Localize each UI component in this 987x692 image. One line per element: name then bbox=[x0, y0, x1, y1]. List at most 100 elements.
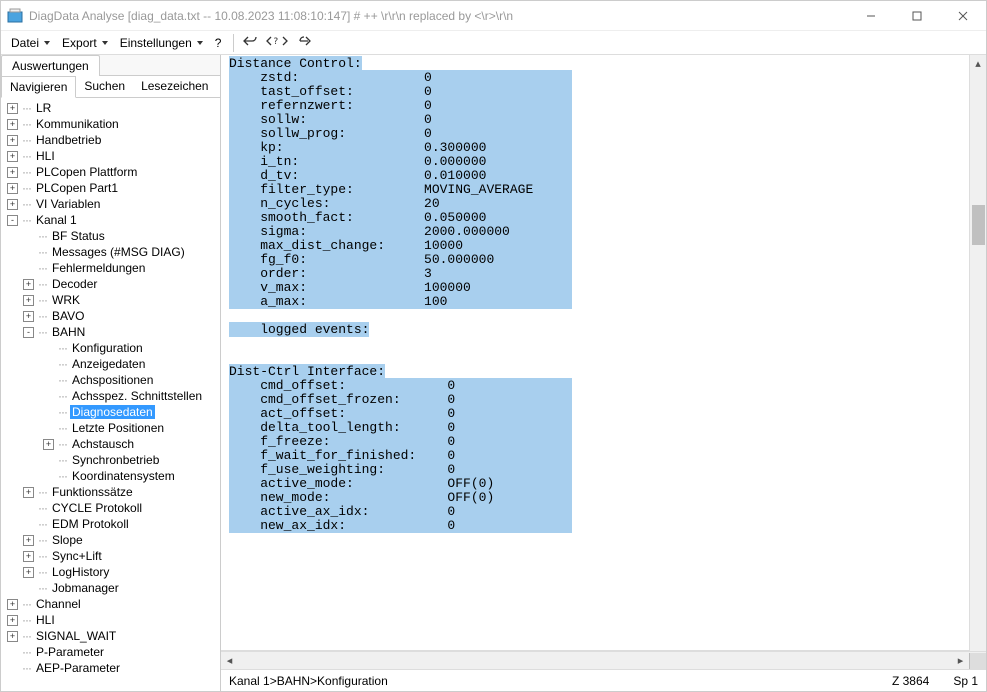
expand-icon[interactable]: + bbox=[23, 535, 34, 546]
expand-icon[interactable]: + bbox=[7, 151, 18, 162]
expand-icon[interactable]: + bbox=[7, 167, 18, 178]
nav-forward-icon[interactable] bbox=[296, 34, 314, 51]
tree-item[interactable]: ···Anzeigedaten bbox=[1, 356, 220, 372]
tree-item-label[interactable]: Koordinatensystem bbox=[70, 469, 177, 483]
tree-item[interactable]: ···Diagnosedaten bbox=[1, 404, 220, 420]
scroll-thumb[interactable] bbox=[972, 205, 985, 245]
tree-item-label[interactable]: Messages (#MSG DIAG) bbox=[50, 245, 187, 259]
tree-item-label[interactable]: Funktionssätze bbox=[50, 485, 135, 499]
tree-item[interactable]: ···CYCLE Protokoll bbox=[1, 500, 220, 516]
tree-item-label[interactable]: BF Status bbox=[50, 229, 107, 243]
tree-item-label[interactable]: Handbetrieb bbox=[34, 133, 103, 147]
tree-item[interactable]: ···Jobmanager bbox=[1, 580, 220, 596]
tree-item-label[interactable]: HLI bbox=[34, 149, 57, 163]
tree-item[interactable]: ···Achsspez. Schnittstellen bbox=[1, 388, 220, 404]
tree-item[interactable]: ···BF Status bbox=[1, 228, 220, 244]
tree-item-label[interactable]: EDM Protokoll bbox=[50, 517, 131, 531]
tree-item-label[interactable]: Sync+Lift bbox=[50, 549, 104, 563]
tree-item[interactable]: +···Kommunikation bbox=[1, 116, 220, 132]
maximize-button[interactable] bbox=[894, 1, 940, 31]
tree-item[interactable]: +···Channel bbox=[1, 596, 220, 612]
tree-item[interactable]: ···Messages (#MSG DIAG) bbox=[1, 244, 220, 260]
tree-item-label[interactable]: AEP-Parameter bbox=[34, 661, 122, 675]
tree-item-label[interactable]: WRK bbox=[50, 293, 82, 307]
nav-back-forward-icon[interactable]: ? bbox=[266, 34, 290, 51]
tree-item-label[interactable]: Achsspez. Schnittstellen bbox=[70, 389, 204, 403]
tab-lesezeichen[interactable]: Lesezeichen bbox=[133, 76, 216, 97]
tree-item[interactable]: +···BAVO bbox=[1, 308, 220, 324]
tree-item[interactable]: +···Sync+Lift bbox=[1, 548, 220, 564]
tree-item-label[interactable]: Achstausch bbox=[70, 437, 136, 451]
expand-icon[interactable]: + bbox=[23, 551, 34, 562]
collapse-icon[interactable]: - bbox=[7, 215, 18, 226]
tree-item[interactable]: +···VI Variablen bbox=[1, 196, 220, 212]
tree-item[interactable]: ···P-Parameter bbox=[1, 644, 220, 660]
expand-icon[interactable]: + bbox=[7, 119, 18, 130]
tree-item-label[interactable]: Decoder bbox=[50, 277, 99, 291]
expand-icon[interactable]: + bbox=[23, 567, 34, 578]
tree-item[interactable]: -···Kanal 1 bbox=[1, 212, 220, 228]
tree-item[interactable]: +···Handbetrieb bbox=[1, 132, 220, 148]
close-button[interactable] bbox=[940, 1, 986, 31]
tree-item-label[interactable]: Letzte Positionen bbox=[70, 421, 166, 435]
tree-item[interactable]: +···LogHistory bbox=[1, 564, 220, 580]
editor-content[interactable]: Distance Control: zstd: 0 tast_offset: 0… bbox=[221, 55, 986, 573]
tab-suchen[interactable]: Suchen bbox=[76, 76, 133, 97]
tree-item[interactable]: +···LR bbox=[1, 100, 220, 116]
tree-item[interactable]: +···WRK bbox=[1, 292, 220, 308]
expand-icon[interactable]: + bbox=[43, 439, 54, 450]
nav-back-icon[interactable] bbox=[242, 34, 260, 51]
minimize-button[interactable] bbox=[848, 1, 894, 31]
tree-item[interactable]: +···SIGNAL_WAIT bbox=[1, 628, 220, 644]
expand-icon[interactable]: + bbox=[7, 103, 18, 114]
tree-item-label[interactable]: VI Variablen bbox=[34, 197, 102, 211]
tree-item-label[interactable]: CYCLE Protokoll bbox=[50, 501, 144, 515]
tab-auswertungen[interactable]: Auswertungen bbox=[1, 55, 100, 76]
tree-item-label[interactable]: SIGNAL_WAIT bbox=[34, 629, 118, 643]
expand-icon[interactable]: + bbox=[23, 311, 34, 322]
tree-item[interactable]: +···Decoder bbox=[1, 276, 220, 292]
tree-item[interactable]: ···Letzte Positionen bbox=[1, 420, 220, 436]
tree-item[interactable]: +···Funktionssätze bbox=[1, 484, 220, 500]
menu-file[interactable]: Datei bbox=[7, 34, 54, 52]
menu-export[interactable]: Export bbox=[58, 34, 112, 52]
tree-item[interactable]: +···HLI bbox=[1, 148, 220, 164]
tree-item[interactable]: ···Koordinatensystem bbox=[1, 468, 220, 484]
tree-item-label[interactable]: Diagnosedaten bbox=[70, 405, 155, 419]
tree-item-label[interactable]: Channel bbox=[34, 597, 83, 611]
expand-icon[interactable]: + bbox=[7, 135, 18, 146]
expand-icon[interactable]: + bbox=[7, 599, 18, 610]
tab-navigieren[interactable]: Navigieren bbox=[1, 76, 76, 98]
expand-icon[interactable]: + bbox=[23, 487, 34, 498]
expand-icon[interactable]: + bbox=[7, 183, 18, 194]
expand-icon[interactable]: + bbox=[7, 615, 18, 626]
collapse-icon[interactable]: - bbox=[23, 327, 34, 338]
tree-item-label[interactable]: PLCopen Part1 bbox=[34, 181, 120, 195]
tree-item-label[interactable]: HLI bbox=[34, 613, 57, 627]
tree-item[interactable]: +···Slope bbox=[1, 532, 220, 548]
tree-item-label[interactable]: Slope bbox=[50, 533, 85, 547]
tree-item-label[interactable]: PLCopen Plattform bbox=[34, 165, 139, 179]
menu-help[interactable]: ? bbox=[211, 34, 226, 52]
tree-item[interactable]: +···PLCopen Plattform bbox=[1, 164, 220, 180]
tree-item-label[interactable]: Fehlermeldungen bbox=[50, 261, 147, 275]
tree-item[interactable]: ···EDM Protokoll bbox=[1, 516, 220, 532]
tree-item[interactable]: +···HLI bbox=[1, 612, 220, 628]
tree-item-label[interactable]: Synchronbetrieb bbox=[70, 453, 161, 467]
scroll-right-icon[interactable]: ▸ bbox=[952, 653, 969, 669]
scroll-up-icon[interactable]: ▴ bbox=[970, 55, 986, 72]
tree-item-label[interactable]: LR bbox=[34, 101, 53, 115]
tree-view[interactable]: +···LR+···Kommunikation+···Handbetrieb+·… bbox=[1, 98, 220, 691]
expand-icon[interactable]: + bbox=[23, 295, 34, 306]
tree-item[interactable]: ···Konfiguration bbox=[1, 340, 220, 356]
tree-item-label[interactable]: Anzeigedaten bbox=[70, 357, 147, 371]
expand-icon[interactable]: + bbox=[7, 199, 18, 210]
tree-item[interactable]: -···BAHN bbox=[1, 324, 220, 340]
vertical-scrollbar[interactable]: ▴ bbox=[969, 55, 986, 651]
tree-item-label[interactable]: P-Parameter bbox=[34, 645, 106, 659]
tree-item[interactable]: +···Achstausch bbox=[1, 436, 220, 452]
tree-item[interactable]: +···PLCopen Part1 bbox=[1, 180, 220, 196]
tree-item[interactable]: ···Achspositionen bbox=[1, 372, 220, 388]
expand-icon[interactable]: + bbox=[7, 631, 18, 642]
tree-item-label[interactable]: Kanal 1 bbox=[34, 213, 79, 227]
